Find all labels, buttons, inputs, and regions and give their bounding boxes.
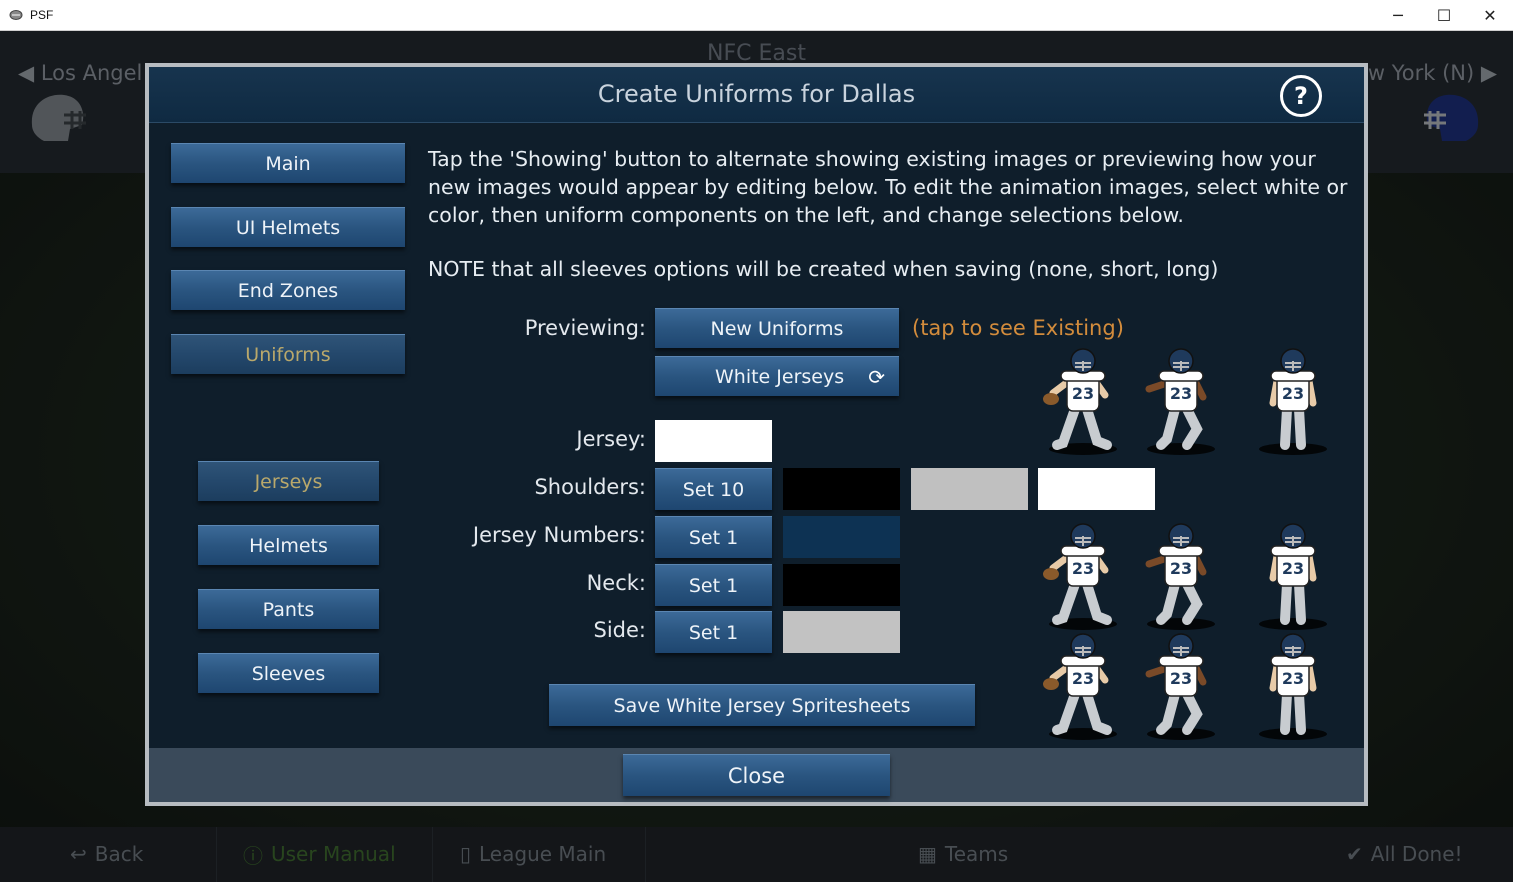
neck-set-button[interactable]: Set 1 — [655, 564, 772, 606]
nav-main-button[interactable]: Main — [171, 143, 405, 183]
player-sprite-stand: 23 — [1249, 632, 1335, 742]
player-sprite-run: 23 — [1137, 632, 1223, 742]
jersey-numbers-label: Jersey Numbers: — [472, 523, 646, 547]
dialog-header: Create Uniforms for Dallas ? — [149, 67, 1364, 123]
side-label: Side: — [593, 618, 647, 642]
nav-end-zones-button[interactable]: End Zones — [171, 270, 405, 310]
white-jerseys-label: White Jerseys — [715, 365, 845, 388]
player-sprite-stand: 23 — [1249, 522, 1335, 632]
shoulders-color-1-swatch[interactable] — [783, 468, 900, 510]
create-uniforms-dialog: Create Uniforms for Dallas ? Main UI Hel… — [145, 63, 1368, 806]
side-set-button[interactable]: Set 1 — [655, 611, 772, 653]
svg-text:23: 23 — [1072, 669, 1094, 688]
sleeves-note: NOTE that all sleeves options will be cr… — [428, 257, 1219, 281]
player-sprite-run: 23 — [1137, 522, 1223, 632]
jersey-label: Jersey: — [576, 427, 646, 451]
player-sprite-run: 23 — [1137, 347, 1223, 457]
jersey-color-swatch[interactable] — [655, 420, 772, 462]
svg-text:23: 23 — [1282, 384, 1304, 403]
previewing-hint: (tap to see Existing) — [912, 316, 1124, 340]
shoulders-label: Shoulders: — [534, 475, 646, 499]
close-window-button[interactable]: ✕ — [1467, 0, 1513, 31]
svg-text:23: 23 — [1170, 559, 1192, 578]
svg-text:23: 23 — [1072, 384, 1094, 403]
window-title: PSF — [30, 8, 54, 22]
shoulders-color-3-swatch[interactable] — [1038, 468, 1155, 510]
svg-text:23: 23 — [1282, 559, 1304, 578]
close-dialog-button[interactable]: Close — [623, 754, 890, 796]
instructions-text: Tap the 'Showing' button to alternate sh… — [428, 147, 1348, 227]
jersey-numbers-color-swatch[interactable] — [783, 516, 900, 558]
minimize-button[interactable]: ─ — [1375, 0, 1421, 31]
nav-ui-helmets-button[interactable]: UI Helmets — [171, 207, 405, 247]
app-icon — [9, 10, 23, 20]
player-sprite-throw: 23 — [1039, 522, 1125, 632]
dialog-footer: Close — [149, 748, 1364, 802]
shoulders-set-button[interactable]: Set 10 — [655, 468, 772, 510]
neck-color-swatch[interactable] — [783, 564, 900, 606]
maximize-button[interactable]: ☐ — [1421, 0, 1467, 31]
nav-uniforms-button[interactable]: Uniforms — [171, 334, 405, 374]
player-sprite-stand: 23 — [1249, 347, 1335, 457]
svg-text:23: 23 — [1170, 384, 1192, 403]
help-button[interactable]: ? — [1280, 75, 1322, 117]
svg-text:23: 23 — [1282, 669, 1304, 688]
dialog-title: Create Uniforms for Dallas — [597, 80, 916, 108]
save-spritesheets-button[interactable]: Save White Jersey Spritesheets — [549, 684, 975, 726]
player-sprite-throw: 23 — [1039, 632, 1125, 742]
question-icon: ? — [1294, 82, 1308, 110]
player-sprite-throw: 23 — [1039, 347, 1125, 457]
window-titlebar: PSF ─ ☐ ✕ — [0, 0, 1513, 31]
svg-text:23: 23 — [1072, 559, 1094, 578]
white-jerseys-toggle-button[interactable]: White Jerseys ⟳ — [655, 356, 899, 396]
refresh-icon: ⟳ — [868, 364, 885, 389]
previewing-label: Previewing: — [524, 316, 646, 340]
shoulders-color-2-swatch[interactable] — [911, 468, 1028, 510]
jersey-numbers-set-button[interactable]: Set 1 — [655, 516, 772, 558]
previewing-toggle-button[interactable]: New Uniforms — [655, 308, 899, 348]
sleeves-button[interactable]: Sleeves — [198, 653, 379, 693]
neck-label: Neck: — [586, 571, 646, 595]
side-color-swatch[interactable] — [783, 611, 900, 653]
dialog-body: Create Uniforms for Dallas ? Main UI Hel… — [149, 67, 1364, 802]
svg-text:23: 23 — [1170, 669, 1192, 688]
